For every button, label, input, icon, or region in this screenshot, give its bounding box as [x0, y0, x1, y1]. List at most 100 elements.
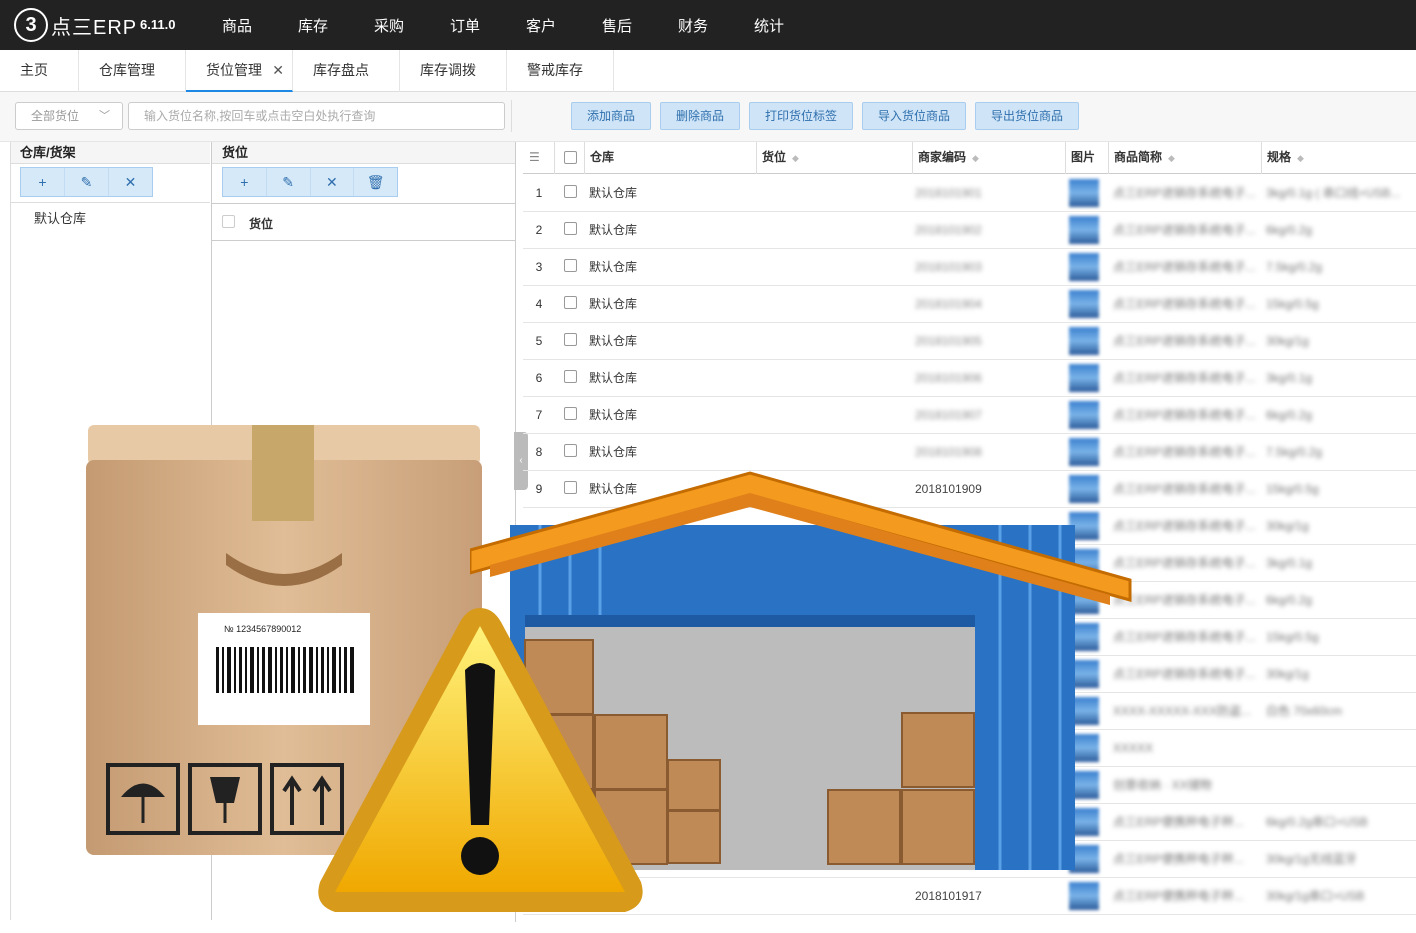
- grid-header: ☰ 仓库 货位 ◆ 商家编码 ◆ 图片 商品简称 ◆ 规格 ◆: [523, 142, 1416, 174]
- spec-cell: 3kg/0.1g ( 串口线+USB...: [1266, 186, 1401, 200]
- row-number: 2: [535, 223, 543, 237]
- nav-item-purchase[interactable]: 采购: [374, 15, 404, 36]
- table-row[interactable]: 4 默认仓库 2018101904 点三ERP进销存系统电子... 15kg/0.5g: [523, 286, 1416, 323]
- trash-icon[interactable]: 🗑: [354, 168, 397, 196]
- tab-stock-transfer[interactable]: 库存调拨: [400, 50, 507, 92]
- row-number: 5: [535, 334, 543, 348]
- edit-icon[interactable]: ✎: [267, 168, 311, 196]
- app-logo[interactable]: 3 点三ERP: [14, 8, 137, 42]
- divider: [10, 142, 11, 920]
- sort-icon[interactable]: ◆: [1297, 153, 1304, 163]
- column-header-image[interactable]: 图片: [1066, 142, 1109, 174]
- column-header-spec[interactable]: 规格 ◆: [1262, 142, 1416, 174]
- table-row[interactable]: 7 默认仓库 2018101907 点三ERP进销存系统电子... 6kg/0.2g: [523, 397, 1416, 434]
- product-thumbnail[interactable]: [1069, 216, 1099, 244]
- logo-mark: 3: [14, 8, 48, 42]
- nav-item-orders[interactable]: 订单: [450, 15, 480, 36]
- merchant-code-cell: 2018101901: [915, 186, 982, 200]
- nav-item-customers[interactable]: 客户: [526, 15, 556, 36]
- table-row[interactable]: 3 默认仓库 2018101903 点三ERP进销存系统电子... 7.5kg/0.2g: [523, 249, 1416, 286]
- select-all-checkbox[interactable]: [222, 215, 235, 228]
- warehouse-cell: 默认仓库: [589, 297, 638, 311]
- sort-icon[interactable]: ◆: [792, 153, 799, 163]
- column-header-warehouse[interactable]: 仓库: [585, 142, 757, 174]
- merchant-code-cell: 2018101917: [915, 889, 982, 903]
- row-checkbox[interactable]: [564, 259, 577, 272]
- column-header-label: 货位: [762, 150, 787, 164]
- toolbar: 全部货位 ﹀ 输入货位名称,按回车或点击空白处执行查询 添加商品 删除商品 打印…: [0, 92, 1416, 142]
- merchant-code-cell: 2018101902: [915, 223, 982, 237]
- column-header-location[interactable]: 货位 ◆: [757, 142, 913, 174]
- column-header-location[interactable]: 货位: [249, 215, 273, 232]
- warehouse-cell: 默认仓库: [589, 408, 638, 422]
- nav-item-statistics[interactable]: 统计: [754, 15, 784, 36]
- product-thumbnail[interactable]: [1069, 438, 1099, 466]
- sort-icon[interactable]: ◆: [1168, 153, 1175, 163]
- add-product-button[interactable]: 添加商品: [571, 102, 651, 130]
- column-header-label: 图片: [1071, 150, 1096, 164]
- print-label-button[interactable]: 打印货位标签: [749, 102, 853, 130]
- product-thumbnail[interactable]: [1069, 327, 1099, 355]
- product-thumbnail[interactable]: [1069, 364, 1099, 392]
- warehouse-cell: 默认仓库: [589, 371, 638, 385]
- product-thumbnail[interactable]: [1069, 253, 1099, 281]
- row-checkbox[interactable]: [564, 407, 577, 420]
- delete-icon[interactable]: ✕: [311, 168, 355, 196]
- product-name-cell: 点三ERP便携秤电子秤...: [1113, 889, 1244, 903]
- product-thumbnail[interactable]: [1069, 179, 1099, 207]
- table-row[interactable]: 2018101917 点三ERP便携秤电子秤... 30kg/1g串口+USB: [523, 878, 1416, 915]
- table-row[interactable]: 6 默认仓库 2018101906 点三ERP进销存系统电子... 3kg/0.1g: [523, 360, 1416, 397]
- row-checkbox[interactable]: [564, 185, 577, 198]
- add-icon[interactable]: +: [21, 168, 65, 196]
- table-row[interactable]: 5 默认仓库 2018101905 点三ERP进销存系统电子... 30kg/1g: [523, 323, 1416, 360]
- merchant-code-cell: 2018101907: [915, 408, 982, 422]
- column-header-product-name[interactable]: 商品简称 ◆: [1109, 142, 1262, 174]
- logo-text: 点三ERP: [51, 16, 138, 39]
- row-checkbox[interactable]: [564, 222, 577, 235]
- select-all-checkbox[interactable]: [564, 151, 577, 164]
- spec-cell: 6kg/0.2g: [1266, 408, 1313, 422]
- row-checkbox[interactable]: [564, 333, 577, 346]
- select-all-cell: [555, 142, 585, 174]
- close-icon[interactable]: ✕: [272, 50, 284, 90]
- column-header-label: 规格: [1267, 150, 1292, 164]
- add-icon[interactable]: +: [223, 168, 267, 196]
- spec-cell: 30kg/1g: [1266, 334, 1309, 348]
- product-thumbnail[interactable]: [1069, 401, 1099, 429]
- edit-icon[interactable]: ✎: [65, 168, 109, 196]
- spec-cell: 15kg/0.5g: [1266, 630, 1319, 644]
- sort-icon[interactable]: ◆: [972, 153, 979, 163]
- nav-item-inventory[interactable]: 库存: [298, 15, 328, 36]
- product-name-cell: 点三ERP进销存系统电子...: [1113, 334, 1256, 348]
- nav-item-products[interactable]: 商品: [222, 15, 252, 36]
- tab-stocktaking[interactable]: 库存盘点: [293, 50, 400, 92]
- delete-product-button[interactable]: 删除商品: [660, 102, 740, 130]
- product-thumbnail[interactable]: [1069, 882, 1099, 910]
- column-header-merchant-code[interactable]: 商家编码 ◆: [913, 142, 1066, 174]
- product-name-cell: 点三ERP进销存系统电子...: [1113, 408, 1256, 422]
- nav-item-aftersales[interactable]: 售后: [602, 15, 632, 36]
- row-checkbox[interactable]: [564, 370, 577, 383]
- tab-home[interactable]: 主页: [0, 50, 79, 92]
- tab-alert-stock[interactable]: 警戒库存: [507, 50, 614, 92]
- tab-location-management[interactable]: 货位管理 ✕: [186, 50, 293, 92]
- import-button[interactable]: 导入货位商品: [862, 102, 966, 130]
- row-checkbox[interactable]: [564, 296, 577, 309]
- search-input[interactable]: 输入货位名称,按回车或点击空白处执行查询: [128, 102, 505, 130]
- product-name-cell: 点三ERP进销存系统电子...: [1113, 223, 1256, 237]
- tree-item-default-warehouse[interactable]: 默认仓库: [34, 208, 86, 227]
- location-select[interactable]: 全部货位 ﹀: [15, 102, 123, 130]
- table-row[interactable]: 1 默认仓库 2018101901 点三ERP进销存系统电子... 3kg/0.1g (…: [523, 175, 1416, 212]
- nav-item-finance[interactable]: 财务: [678, 15, 708, 36]
- spec-cell: 3kg/0.1g: [1266, 556, 1313, 570]
- row-number: 3: [535, 260, 543, 274]
- row-checkbox[interactable]: [564, 444, 577, 457]
- export-button[interactable]: 导出货位商品: [975, 102, 1079, 130]
- warehouse-cell: 默认仓库: [589, 223, 638, 237]
- spec-cell: 白色 70x60cm: [1266, 704, 1343, 718]
- table-row[interactable]: 2 默认仓库 2018101902 点三ERP进销存系统电子... 6kg/0.2g: [523, 212, 1416, 249]
- product-thumbnail[interactable]: [1069, 290, 1099, 318]
- tab-warehouse-management[interactable]: 仓库管理: [79, 50, 186, 92]
- column-settings-icon[interactable]: ☰: [523, 142, 555, 174]
- delete-icon[interactable]: ✕: [109, 168, 152, 196]
